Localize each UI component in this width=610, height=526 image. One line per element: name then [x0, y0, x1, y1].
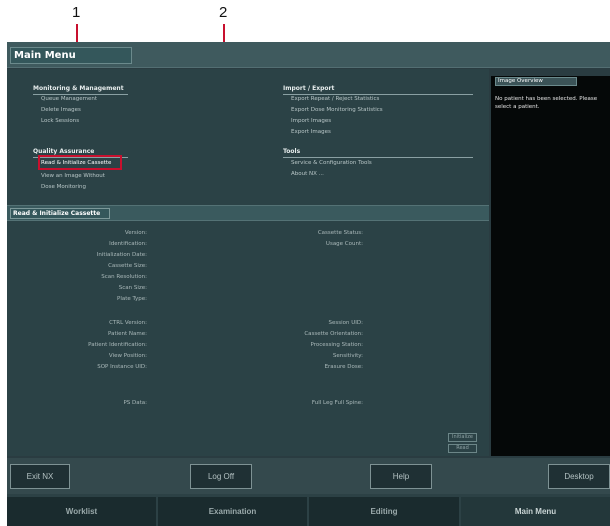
menu-item-export-dose-monitoring[interactable]: Export Dose Monitoring Statistics [291, 107, 383, 113]
field-label-scan-size: Scan Size: [118, 285, 147, 291]
field-label-cassette-status: Cassette Status: [317, 230, 363, 236]
field-label-cassette-orientation: Cassette Orientation: [304, 331, 363, 337]
tools-section-title: Tools [283, 148, 301, 155]
field-label-scan-resolution: Scan Resolution: [101, 274, 147, 280]
action-button-bar: Exit NX Log Off Help Desktop [7, 458, 610, 494]
quality-section-title: Quality Assurance [33, 148, 95, 155]
window-title: Main Menu [10, 47, 132, 64]
menu-item-export-images[interactable]: Export Images [291, 129, 331, 135]
field-label-patient-name: Patient Name: [108, 331, 147, 337]
monitoring-section-title: Monitoring & Management [33, 85, 124, 92]
field-label-processing-station: Processing Station: [310, 342, 363, 348]
selection-highlight [38, 155, 122, 170]
menu-item-import-images[interactable]: Import Images [291, 118, 331, 124]
import-export-divider [283, 94, 473, 95]
field-label-sensitivity: Sensitivity: [332, 353, 363, 359]
field-label-session-uid: Session UID: [328, 320, 363, 326]
image-overview-panel: Image Overview No patient has been selec… [491, 76, 610, 456]
image-overview-title: Image Overview [495, 77, 577, 86]
menu-item-export-repeat-reject[interactable]: Export Repeat / Reject Statistics [291, 96, 379, 102]
menu-item-lock-sessions[interactable]: Lock Sessions [41, 118, 79, 124]
menu-item-dose-monitoring[interactable]: Dose Monitoring [41, 184, 86, 190]
menu-item-view-image[interactable]: View an Image Without [41, 173, 105, 179]
callout-2: 2 [219, 4, 228, 21]
menu-item-about-nx[interactable]: About NX ... [291, 171, 324, 177]
read-button[interactable]: Read [448, 444, 477, 453]
field-label-patient-identification: Patient Identification: [88, 342, 147, 348]
exit-nx-button[interactable]: Exit NX [10, 464, 70, 489]
field-label-cassette-size: Cassette Size: [108, 263, 147, 269]
field-label-erasure-dose: Erasure Dose: [324, 364, 363, 370]
field-label-sop-instance-uid: SOP Instance UID: [97, 364, 147, 370]
main-menu-panel: Monitoring & Management Queue Management… [7, 69, 489, 456]
cassette-panel-header: Read & Initialize Cassette [7, 205, 489, 221]
monitoring-divider [33, 94, 128, 95]
menu-item-queue-management[interactable]: Queue Management [41, 96, 97, 102]
desktop-button[interactable]: Desktop [548, 464, 610, 489]
title-bar: Main Menu [7, 42, 610, 68]
field-label-usage-count: Usage Count: [325, 241, 363, 247]
tab-main-menu[interactable]: Main Menu [461, 497, 610, 526]
app-window: Main Menu Monitoring & Management Queue … [7, 42, 610, 526]
menu-item-delete-images[interactable]: Delete Images [41, 107, 81, 113]
bottom-navigation: Worklist Examination Editing Main Menu [7, 494, 610, 526]
help-button[interactable]: Help [370, 464, 432, 489]
field-label-view-position: View Position: [108, 353, 147, 359]
menu-item-service-configuration[interactable]: Service & Configuration Tools [291, 160, 372, 166]
field-label-ps-data: PS Data: [123, 400, 147, 406]
field-label-ctrl-version: CTRL Version: [109, 320, 147, 326]
field-label-initialization-date: Initialization Date: [96, 252, 147, 258]
image-overview-message: No patient has been selected. Please sel… [495, 96, 598, 110]
tab-editing[interactable]: Editing [309, 497, 459, 526]
field-label-full-leg-full-spine: Full Leg Full Spine: [311, 400, 363, 406]
log-off-button[interactable]: Log Off [190, 464, 252, 489]
tab-examination[interactable]: Examination [158, 497, 307, 526]
tab-worklist[interactable]: Worklist [7, 497, 156, 526]
import-export-section-title: Import / Export [283, 85, 335, 92]
field-label-version: Version: [124, 230, 147, 236]
initialize-button[interactable]: Initialize [448, 433, 477, 442]
tools-divider [283, 157, 473, 158]
field-label-plate-type: Plate Type: [117, 296, 147, 302]
cassette-panel-title: Read & Initialize Cassette [10, 208, 110, 219]
field-label-identification: Identification: [109, 241, 147, 247]
callout-1: 1 [72, 4, 81, 21]
